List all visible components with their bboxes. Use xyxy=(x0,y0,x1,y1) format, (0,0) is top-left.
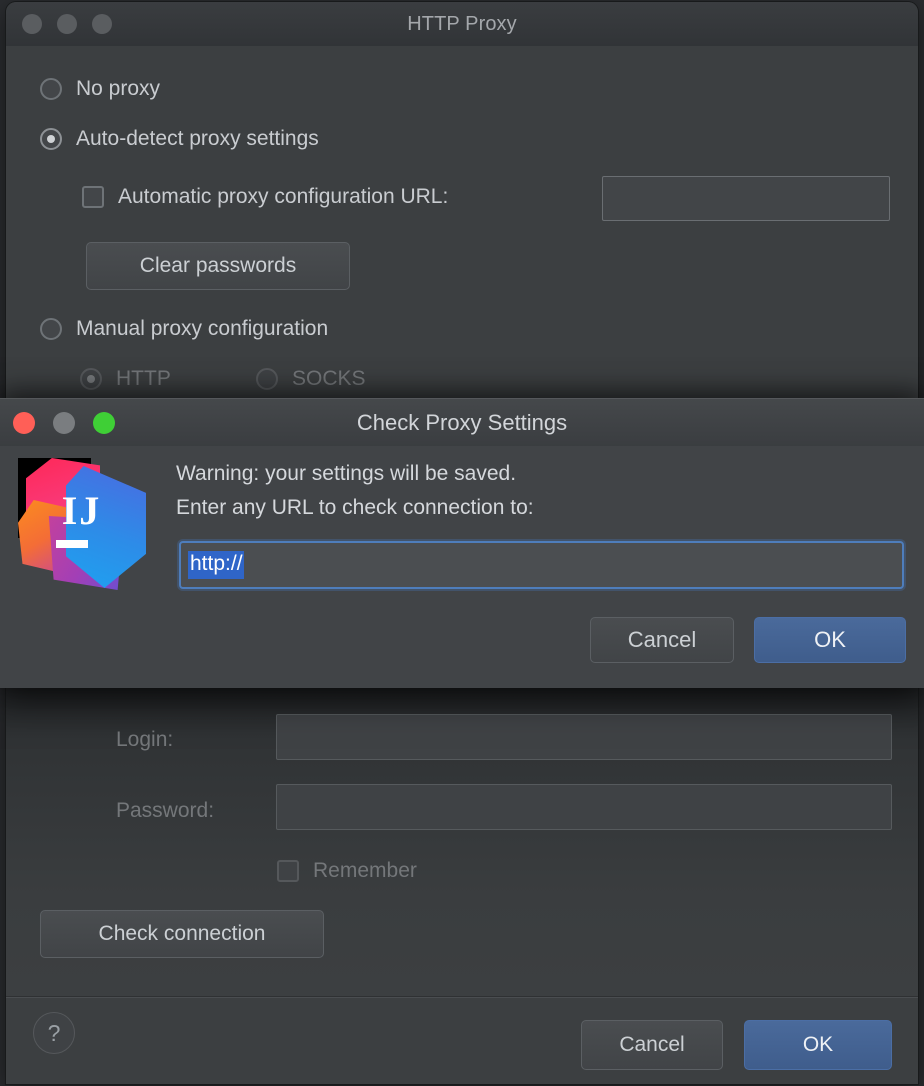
dialog-title: Check Proxy Settings xyxy=(356,410,568,435)
radio-socks-label: SOCKS xyxy=(292,367,366,390)
help-icon[interactable]: ? xyxy=(33,1012,75,1054)
http-proxy-titlebar[interactable]: HTTP Proxy xyxy=(6,2,918,47)
radio-http-label: HTTP xyxy=(116,367,171,390)
radio-no-proxy-row[interactable]: No proxy xyxy=(40,77,160,101)
window-title: HTTP Proxy xyxy=(407,13,517,35)
cancel-button[interactable]: Cancel xyxy=(581,1020,723,1070)
password-input[interactable] xyxy=(276,784,892,830)
login-input[interactable] xyxy=(276,714,892,760)
clear-passwords-button[interactable]: Clear passwords xyxy=(86,242,350,290)
radio-http-row[interactable]: HTTP xyxy=(80,367,171,391)
dialog-ok-button[interactable]: OK xyxy=(754,617,906,663)
radio-no-proxy-label: No proxy xyxy=(76,77,161,100)
radio-auto-detect-label: Auto-detect proxy settings xyxy=(76,127,319,150)
password-label: Password: xyxy=(116,799,215,822)
radio-manual[interactable] xyxy=(40,318,62,340)
auto-config-url-input[interactable] xyxy=(602,176,890,221)
checkbox-auto-config-url-label: Automatic proxy configuration URL: xyxy=(118,185,449,208)
checkbox-auto-config-url-row[interactable]: Automatic proxy configuration URL: xyxy=(82,185,448,209)
screen-root: HTTP Proxy No proxy Auto-detect proxy se… xyxy=(0,0,924,1086)
login-label: Login: xyxy=(116,728,174,751)
radio-auto-detect-row[interactable]: Auto-detect proxy settings xyxy=(40,127,319,151)
radio-manual-label: Manual proxy configuration xyxy=(76,317,329,340)
url-input[interactable]: http:// xyxy=(179,541,904,589)
footer-divider xyxy=(6,996,918,998)
radio-http[interactable] xyxy=(80,368,102,390)
dialog-message-line-2: Enter any URL to check connection to: xyxy=(176,496,534,519)
url-input-value: http:// xyxy=(188,551,244,579)
checkbox-remember-label: Remember xyxy=(313,859,417,882)
dialog-message-line-1: Warning: your settings will be saved. xyxy=(176,462,517,485)
checkbox-auto-config-url[interactable] xyxy=(82,186,104,208)
radio-auto-detect[interactable] xyxy=(40,128,62,150)
logo-underscore xyxy=(56,540,88,548)
radio-socks-row[interactable]: SOCKS xyxy=(256,367,366,391)
radio-manual-row[interactable]: Manual proxy configuration xyxy=(40,317,328,341)
checkbox-remember[interactable] xyxy=(277,860,299,882)
intellij-idea-logo-icon: IJ xyxy=(18,458,146,590)
ok-button[interactable]: OK xyxy=(744,1020,892,1070)
check-connection-button[interactable]: Check connection xyxy=(40,910,324,958)
radio-socks[interactable] xyxy=(256,368,278,390)
dialog-cancel-button[interactable]: Cancel xyxy=(590,617,734,663)
logo-letters: IJ xyxy=(61,487,102,533)
radio-no-proxy[interactable] xyxy=(40,78,62,100)
checkbox-remember-row[interactable]: Remember xyxy=(277,859,417,883)
dialog-titlebar[interactable]: Check Proxy Settings xyxy=(0,398,924,448)
